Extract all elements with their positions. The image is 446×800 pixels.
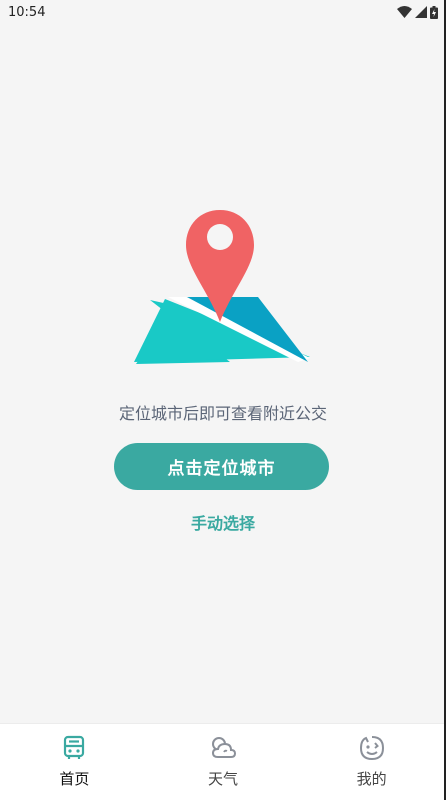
map-pin-hole bbox=[207, 224, 233, 250]
weather-icon bbox=[211, 737, 237, 758]
nav-item-weather[interactable]: 天气 bbox=[149, 724, 298, 800]
nav-item-mine[interactable]: 我的 bbox=[297, 724, 446, 800]
manual-select-link[interactable]: 手动选择 bbox=[0, 510, 446, 534]
map-pin-illustration bbox=[134, 210, 310, 364]
locate-hint-text: 定位城市后即可查看附近公交 bbox=[118, 404, 327, 423]
smiley-icon bbox=[359, 736, 384, 761]
nav-label-home: 首页 bbox=[59, 770, 90, 788]
locate-city-button[interactable]: 点击定位城市 bbox=[114, 443, 329, 490]
status-bar: 10:54 bbox=[0, 0, 446, 24]
bus-icon bbox=[64, 735, 85, 759]
signal-icon bbox=[415, 6, 427, 18]
nav-label-weather: 天气 bbox=[208, 770, 239, 788]
wifi-icon bbox=[397, 6, 412, 18]
status-icons bbox=[397, 5, 438, 19]
nav-label-mine: 我的 bbox=[356, 770, 387, 788]
bottom-nav: 首页 天气 我的 bbox=[0, 723, 446, 800]
nav-item-home[interactable]: 首页 bbox=[0, 724, 149, 800]
status-time: 10:54 bbox=[8, 4, 46, 20]
battery-icon bbox=[430, 5, 438, 19]
